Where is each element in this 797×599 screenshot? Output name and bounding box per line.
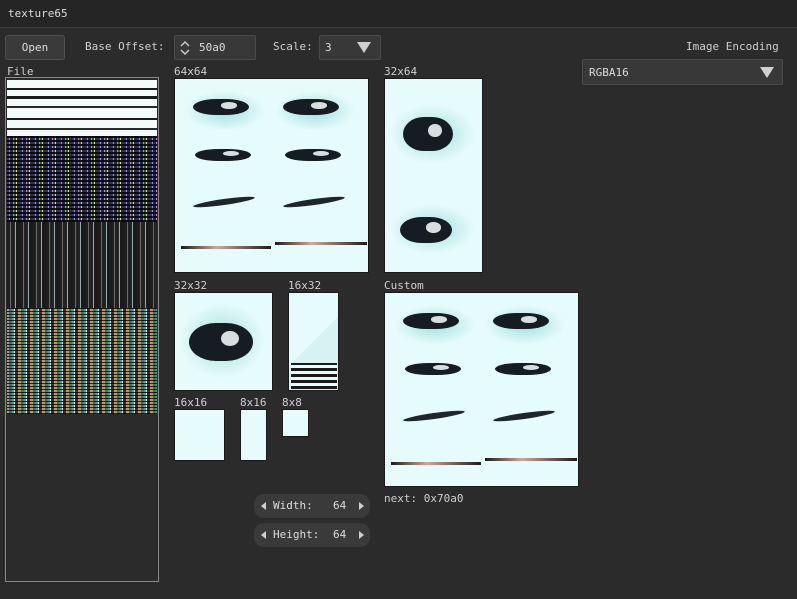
scale-label: Scale: <box>273 40 313 53</box>
base-offset-value: 50a0 <box>199 41 226 54</box>
preview-16x16[interactable] <box>174 409 225 461</box>
image-encoding-select[interactable]: RGBA16 <box>582 59 783 85</box>
preview-64x64[interactable] <box>174 78 369 273</box>
arrow-left-icon[interactable] <box>260 501 267 514</box>
eye-shape <box>495 363 551 375</box>
preview-32x64-label: 32x64 <box>384 65 418 78</box>
file-noise-region-2 <box>7 222 157 308</box>
preview-16x32-label: 16x32 <box>288 279 322 292</box>
eye-shape <box>195 149 251 161</box>
eye-shape <box>405 363 461 375</box>
eye-shape <box>283 99 339 115</box>
width-label: Width: <box>273 499 313 512</box>
width-stepper[interactable]: Width: 64 <box>254 494 370 518</box>
preview-custom[interactable] <box>384 292 579 487</box>
image-encoding-value: RGBA16 <box>589 66 629 79</box>
triangle-down-icon <box>357 42 371 53</box>
preview-custom-label: Custom <box>384 279 424 292</box>
eye-shape <box>285 149 341 161</box>
preview-8x16[interactable] <box>240 409 267 461</box>
preview-64x64-label: 64x64 <box>174 65 208 78</box>
preview-8x16-label: 8x16 <box>240 396 267 409</box>
preview-16x32[interactable] <box>288 292 339 391</box>
width-value: 64 <box>333 499 347 512</box>
file-noise-region-1 <box>7 136 157 222</box>
arrow-right-icon[interactable] <box>358 501 365 514</box>
preview-32x32[interactable] <box>174 292 273 391</box>
eye-shape <box>403 313 459 329</box>
preview-16x16-label: 16x16 <box>174 396 208 409</box>
file-panel[interactable] <box>5 77 159 582</box>
triangle-down-icon <box>760 67 774 78</box>
preview-32x32-label: 32x32 <box>174 279 208 292</box>
spin-up-down-icon[interactable] <box>178 38 192 58</box>
arrow-left-icon[interactable] <box>260 530 267 543</box>
preview-8x8-label: 8x8 <box>282 396 302 409</box>
eye-shape <box>193 99 249 115</box>
scale-select[interactable]: 3 <box>319 35 381 60</box>
height-stepper[interactable]: Height: 64 <box>254 523 370 547</box>
eye-shape <box>403 117 453 151</box>
eye-shape <box>189 323 253 361</box>
eye-shape <box>493 313 549 329</box>
height-label: Height: <box>273 528 320 541</box>
window-title: texture65 <box>8 7 68 20</box>
eye-shape <box>400 217 452 243</box>
title-bar: texture65 <box>0 0 797 28</box>
base-offset-label: Base Offset: <box>85 40 165 53</box>
preview-8x8[interactable] <box>282 409 309 437</box>
open-button[interactable]: Open <box>5 35 65 60</box>
preview-32x64[interactable] <box>384 78 483 273</box>
scale-value: 3 <box>325 41 332 54</box>
arrow-right-icon[interactable] <box>358 530 365 543</box>
file-noise-region-3 <box>7 308 157 414</box>
base-offset-input[interactable]: 50a0 <box>174 35 256 60</box>
height-value: 64 <box>333 528 347 541</box>
image-encoding-label: Image Encoding <box>686 40 779 53</box>
next-offset-text: next: 0x70a0 <box>384 492 464 505</box>
file-texture-header <box>7 80 157 136</box>
